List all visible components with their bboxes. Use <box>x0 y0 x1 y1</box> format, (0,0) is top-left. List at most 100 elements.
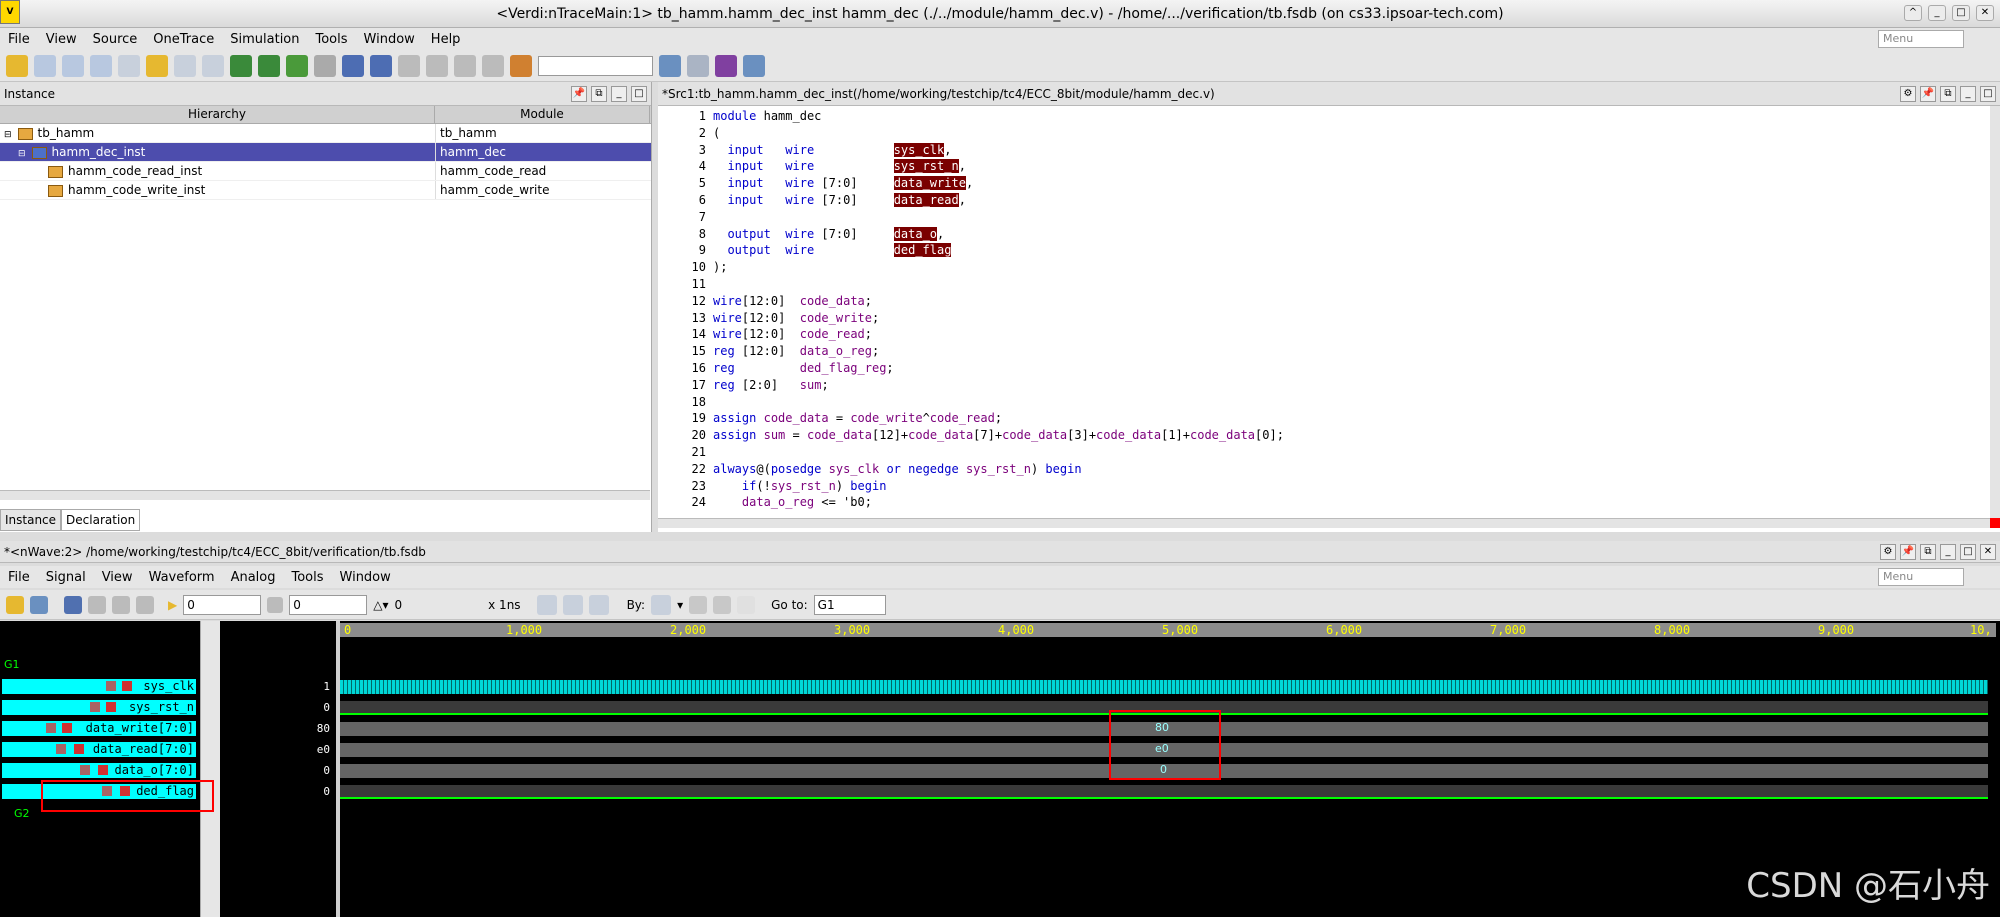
zoom-in-icon[interactable] <box>562 594 583 615</box>
code-line[interactable]: 10); <box>658 259 2000 276</box>
maximize-icon[interactable]: □ <box>1980 85 1996 102</box>
new-window-icon[interactable] <box>118 54 140 77</box>
tree-row[interactable]: hamm_code_read_inst hamm_code_read <box>0 162 651 181</box>
forward-arrow-icon[interactable] <box>314 54 336 77</box>
paste-icon[interactable] <box>136 595 154 614</box>
signal-sys-clk[interactable]: sys_clk <box>2 679 196 694</box>
schematic-icon[interactable] <box>62 54 84 77</box>
down-trace-icon[interactable] <box>258 54 280 77</box>
tree2-icon[interactable] <box>482 54 504 77</box>
highlighted-port[interactable]: data_o <box>893 226 938 241</box>
load-icon[interactable] <box>370 54 392 77</box>
tree-row[interactable]: hamm_code_write_inst hamm_code_write <box>0 181 651 200</box>
code-line[interactable]: 15 reg [12:0] data_o_reg; <box>658 343 2000 360</box>
float-icon[interactable]: ⧉ <box>591 85 607 102</box>
menu-help[interactable]: Help <box>423 32 469 47</box>
hierarchy-icon[interactable] <box>90 54 112 77</box>
float-icon[interactable]: ⧉ <box>1920 543 1936 560</box>
code-line[interactable]: 22 always@(posedge sys_clk or negedge sys… <box>658 461 2000 478</box>
highlighted-port[interactable]: data_write <box>893 176 966 191</box>
tab-declaration[interactable]: Declaration <box>61 509 141 531</box>
hierarchy-column[interactable]: Hierarchy <box>0 106 435 123</box>
menu-window[interactable]: Window <box>356 32 423 47</box>
pin-icon[interactable]: ^ <box>1904 5 1922 21</box>
find-icon[interactable] <box>659 54 681 77</box>
minimize-icon[interactable]: _ <box>1940 543 1956 560</box>
design-icon[interactable] <box>34 54 56 77</box>
code-line[interactable]: 3 input wire sys_clk, <box>658 142 2000 159</box>
minimize-button[interactable]: _ <box>1928 5 1946 21</box>
highlighted-port[interactable]: sys_clk <box>893 142 945 157</box>
code-line[interactable]: 7 <box>658 209 2000 226</box>
find-next-icon[interactable] <box>687 54 709 77</box>
code-line[interactable]: 11 <box>658 276 2000 293</box>
signal-panel-scrollbar[interactable] <box>200 621 220 917</box>
undo-icon[interactable] <box>64 595 82 614</box>
cut-icon[interactable] <box>88 595 106 614</box>
trace-icon[interactable] <box>510 54 532 77</box>
plug-icon[interactable] <box>743 54 765 77</box>
wave-menu-file[interactable]: File <box>0 570 38 585</box>
code-line[interactable]: 20 assign sum = code_data[12]+code_data[7… <box>658 427 2000 444</box>
zoom-fit-icon[interactable] <box>588 594 609 615</box>
wave-menu-tools[interactable]: Tools <box>283 570 331 585</box>
reload-icon[interactable] <box>30 595 48 614</box>
code-line[interactable]: 19 assign code_data = code_write^code_rea… <box>658 410 2000 427</box>
code-line[interactable]: 13 wire[12:0] code_write; <box>658 310 2000 327</box>
pin-icon[interactable]: 📌 <box>1920 85 1936 102</box>
maximize-button[interactable]: □ <box>1952 5 1970 21</box>
wave-menu-view[interactable]: View <box>94 570 141 585</box>
menu-view[interactable]: View <box>38 32 85 47</box>
signal-data-read[interactable]: data_read[7:0] <box>2 742 196 757</box>
tree-row-selected[interactable]: ⊟ hamm_dec_inst hamm_dec <box>0 143 651 162</box>
code-line[interactable]: 24 data_o_reg <= 'b0; <box>658 494 2000 511</box>
menu-search-input[interactable]: Menu <box>1878 30 1964 48</box>
highlighted-port[interactable]: sys_rst_n <box>893 159 959 174</box>
doc-icon[interactable] <box>202 54 224 77</box>
pin-icon[interactable]: 📌 <box>571 85 587 102</box>
code-line[interactable]: 21 <box>658 444 2000 461</box>
open-folder-icon[interactable] <box>6 54 28 77</box>
next-edge-icon[interactable] <box>713 595 732 614</box>
maximize-icon[interactable]: □ <box>631 85 647 102</box>
group-label-g2[interactable]: G2 <box>14 807 30 820</box>
time-ruler[interactable]: 0 1,000 2,000 3,000 4,000 5,000 6,000 7,… <box>340 623 1996 637</box>
module-column[interactable]: Module <box>435 106 650 123</box>
tree-icon[interactable] <box>454 54 476 77</box>
close-button[interactable]: ✕ <box>1976 5 1994 21</box>
waveform-sys-clk[interactable] <box>340 680 1988 694</box>
code-line[interactable]: 9 output wire ded_flag <box>658 242 2000 259</box>
signal-data-write[interactable]: data_write[7:0] <box>2 721 196 736</box>
minimize-icon[interactable]: _ <box>611 85 627 102</box>
highlighted-port[interactable]: ded_flag <box>893 243 952 258</box>
search-by-icon[interactable] <box>651 594 672 615</box>
pin-icon[interactable]: 📌 <box>1900 543 1916 560</box>
code-line[interactable]: 23 if(!sys_rst_n) begin <box>658 478 2000 495</box>
open-icon[interactable] <box>6 595 24 614</box>
code-line[interactable]: 6 input wire [7:0] data_read, <box>658 192 2000 209</box>
code-line[interactable]: 8 output wire [7:0] data_o, <box>658 226 2000 243</box>
waveform-ded-flag[interactable] <box>340 785 1988 799</box>
source-vscrollbar[interactable] <box>1990 106 2000 526</box>
wave-menu-search-input[interactable]: Menu <box>1878 568 1964 586</box>
tree-row[interactable]: ⊟ tb_hamm tb_hamm <box>0 124 651 143</box>
wave-menu-window[interactable]: Window <box>332 570 399 585</box>
marker-time-input[interactable]: 0 <box>289 594 368 615</box>
menu-tools[interactable]: Tools <box>308 32 356 47</box>
folder-icon[interactable] <box>146 54 168 77</box>
signal-sys-rst-n[interactable]: sys_rst_n <box>2 700 196 715</box>
highlighted-port[interactable]: data_read <box>893 192 959 207</box>
report-icon[interactable] <box>715 54 737 77</box>
menu-file[interactable]: File <box>0 32 38 47</box>
up-trace-icon[interactable] <box>230 54 252 77</box>
zoom-out-icon[interactable] <box>536 594 557 615</box>
source-code[interactable]: 1 module hamm_dec 2(3 input wire sys_clk, 4… <box>658 106 2000 511</box>
wave-menu-waveform[interactable]: Waveform <box>141 570 223 585</box>
nav-up-icon[interactable] <box>398 54 420 77</box>
back-icon[interactable] <box>737 595 756 614</box>
menu-simulation[interactable]: Simulation <box>222 32 307 47</box>
settings-icon[interactable]: ⚙ <box>1880 543 1896 560</box>
driver-icon[interactable] <box>342 54 364 77</box>
nav-down-icon[interactable] <box>426 54 448 77</box>
goto-select[interactable]: G1 <box>813 594 886 615</box>
